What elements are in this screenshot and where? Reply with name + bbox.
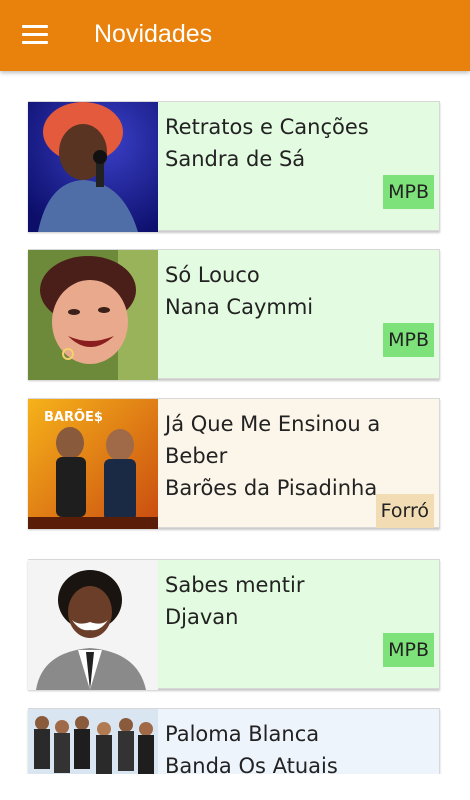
album-title: Já Que Me Ensinou a Beber — [165, 412, 381, 468]
album-cover-image: BARÕE$ — [28, 399, 158, 529]
app-bar: Novidades — [0, 0, 470, 71]
artist-name: Sandra de Sá — [165, 147, 306, 171]
hamburger-menu-icon[interactable] — [22, 24, 50, 46]
artist-name: Banda Os Atuais — [165, 754, 338, 774]
album-cover-image — [28, 709, 158, 774]
album-info: Paloma Blanca Banda Os Atuais — [165, 718, 431, 774]
album-title: Retratos e Canções — [165, 115, 369, 139]
album-list: Retratos e Canções Sandra de Sá MPB Só L… — [0, 100, 470, 774]
album-cover-image — [28, 102, 158, 232]
album-cover-image — [28, 560, 158, 690]
artist-name: Nana Caymmi — [165, 295, 314, 319]
album-info: Retratos e Canções Sandra de Sá — [165, 111, 431, 175]
album-info: Sabes mentir Djavan — [165, 569, 431, 633]
cover-text: BARÕE$ — [44, 409, 103, 425]
genre-badge: Forró — [375, 494, 434, 528]
album-title: Sabes mentir — [165, 573, 305, 597]
genre-badge: MPB — [383, 175, 434, 209]
album-title: Paloma Blanca — [165, 722, 320, 746]
album-info: Só Louco Nana Caymmi — [165, 259, 431, 323]
genre-badge: MPB — [383, 633, 434, 667]
genre-badge: MPB — [383, 323, 434, 357]
album-card[interactable]: Só Louco Nana Caymmi MPB — [28, 249, 440, 380]
album-card[interactable]: Sabes mentir Djavan MPB — [28, 559, 440, 690]
album-title: Só Louco — [165, 263, 260, 287]
album-card[interactable]: Paloma Blanca Banda Os Atuais — [28, 708, 440, 774]
artist-name: Djavan — [165, 605, 239, 629]
album-cover-image — [28, 250, 158, 380]
album-card[interactable]: Retratos e Canções Sandra de Sá MPB — [28, 101, 440, 232]
album-card[interactable]: BARÕE$ Já Que Me Ensinou a Beber Barões … — [28, 398, 440, 529]
page-title: Novidades — [94, 20, 213, 48]
album-info: Já Que Me Ensinou a Beber Barões da Pisa… — [165, 408, 431, 504]
